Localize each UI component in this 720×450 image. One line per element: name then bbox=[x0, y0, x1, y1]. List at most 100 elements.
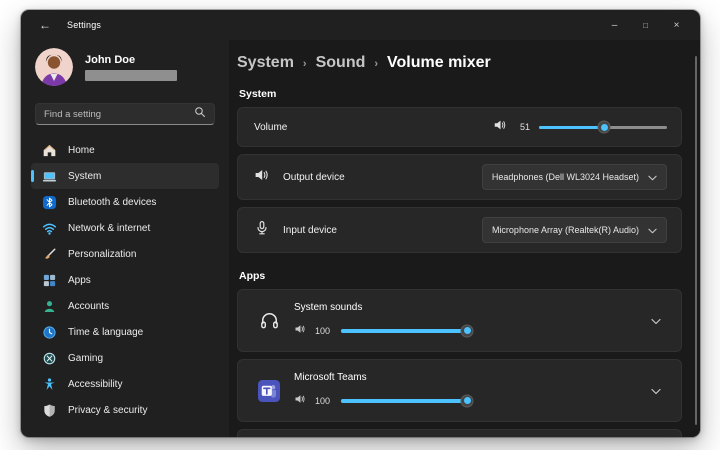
bluetooth-icon bbox=[42, 195, 57, 210]
headphones-icon bbox=[252, 310, 286, 331]
home-icon bbox=[42, 143, 57, 158]
microphone-icon bbox=[254, 220, 270, 241]
apps-icon bbox=[42, 273, 57, 288]
speaker-icon bbox=[294, 392, 306, 410]
window-title: Settings bbox=[67, 20, 101, 30]
sidebar-item-label: Privacy & security bbox=[68, 405, 147, 416]
sidebar-item-label: Apps bbox=[68, 275, 91, 286]
sidebar-item-home[interactable]: Home bbox=[31, 137, 219, 163]
app-row-partial bbox=[237, 429, 682, 437]
app-row-system-sounds: System sounds 100 bbox=[237, 289, 682, 352]
sidebar-item-label: Accessibility bbox=[68, 379, 122, 390]
accounts-icon bbox=[42, 299, 57, 314]
output-device-card: Output device Headphones (Dell WL3024 He… bbox=[237, 154, 682, 200]
output-device-value: Headphones (Dell WL3024 Headset) bbox=[492, 172, 639, 182]
maximize-icon: □ bbox=[643, 21, 648, 30]
vertical-scrollbar[interactable] bbox=[695, 56, 697, 425]
network-icon bbox=[42, 221, 57, 236]
back-button[interactable]: ← bbox=[39, 19, 51, 31]
section-label-apps: Apps bbox=[239, 270, 682, 282]
sidebar-item-label: System bbox=[68, 171, 101, 182]
profile-name: John Doe bbox=[85, 54, 177, 66]
input-device-value: Microphone Array (Realtek(R) Audio) bbox=[492, 225, 639, 235]
sidebar-item-label: Home bbox=[68, 145, 95, 156]
volume-value: 51 bbox=[516, 122, 530, 132]
expand-button[interactable] bbox=[645, 312, 667, 330]
sidebar-item-privacy-security[interactable]: Privacy & security bbox=[31, 397, 219, 423]
privacy-security-icon bbox=[42, 403, 57, 418]
window-controls: – □ × bbox=[599, 10, 692, 40]
sidebar-item-accessibility[interactable]: Accessibility bbox=[31, 371, 219, 397]
slider-fill bbox=[539, 126, 604, 130]
profile-email-redacted bbox=[85, 70, 177, 81]
avatar bbox=[35, 48, 73, 86]
speaker-icon bbox=[254, 167, 270, 188]
minimize-icon: – bbox=[612, 20, 618, 31]
input-device-label: Input device bbox=[283, 225, 482, 236]
chevron-down-icon bbox=[651, 382, 661, 400]
app-name: System sounds bbox=[294, 302, 645, 313]
output-device-dropdown[interactable]: Headphones (Dell WL3024 Headset) bbox=[482, 164, 667, 190]
search-box bbox=[35, 103, 215, 125]
slider-thumb[interactable] bbox=[461, 394, 474, 407]
app-name: Microsoft Teams bbox=[294, 372, 645, 383]
volume-label: Volume bbox=[254, 122, 493, 133]
sidebar-item-label: Network & internet bbox=[68, 223, 150, 234]
app-row-microsoft-teams: Microsoft Teams 100 bbox=[237, 359, 682, 422]
accessibility-icon bbox=[42, 377, 57, 392]
input-device-dropdown[interactable]: Microphone Array (Realtek(R) Audio) bbox=[482, 217, 667, 243]
system-icon bbox=[42, 169, 57, 184]
breadcrumb-separator: › bbox=[374, 56, 378, 70]
titlebar: ← Settings – □ × bbox=[21, 10, 700, 40]
personalization-icon bbox=[42, 247, 57, 262]
sidebar-item-bluetooth-devices[interactable]: Bluetooth & devices bbox=[31, 189, 219, 215]
profile-row[interactable]: John Doe bbox=[21, 40, 229, 88]
slider-thumb[interactable] bbox=[461, 324, 474, 337]
search-icon bbox=[194, 105, 206, 123]
speaker-icon bbox=[493, 118, 507, 137]
sidebar-item-accounts[interactable]: Accounts bbox=[31, 293, 219, 319]
section-label-system: System bbox=[239, 88, 682, 100]
sidebar-item-network-internet[interactable]: Network & internet bbox=[31, 215, 219, 241]
settings-window: ← Settings – □ × John Doe bbox=[21, 10, 700, 437]
sidebar-item-gaming[interactable]: Gaming bbox=[31, 345, 219, 371]
volume-card: Volume 51 bbox=[237, 107, 682, 147]
app-volume-slider[interactable] bbox=[341, 324, 467, 338]
main-content: System › Sound › Volume mixer System Vol… bbox=[229, 40, 700, 437]
sidebar: John Doe Home System bbox=[21, 40, 229, 437]
input-device-card: Input device Microphone Array (Realtek(R… bbox=[237, 207, 682, 253]
chevron-down-icon bbox=[648, 168, 657, 186]
search-input[interactable] bbox=[44, 109, 194, 120]
breadcrumb-system[interactable]: System bbox=[237, 54, 294, 72]
breadcrumb: System › Sound › Volume mixer bbox=[237, 54, 682, 72]
back-arrow-icon: ← bbox=[39, 18, 51, 32]
time-language-icon bbox=[42, 325, 57, 340]
output-device-label: Output device bbox=[283, 172, 482, 183]
maximize-button[interactable]: □ bbox=[630, 10, 661, 40]
breadcrumb-sound[interactable]: Sound bbox=[316, 54, 366, 72]
slider-fill bbox=[341, 399, 467, 403]
sidebar-item-time-language[interactable]: Time & language bbox=[31, 319, 219, 345]
gaming-icon bbox=[42, 351, 57, 366]
sidebar-item-apps[interactable]: Apps bbox=[31, 267, 219, 293]
speaker-icon bbox=[294, 322, 306, 340]
slider-thumb[interactable] bbox=[598, 121, 611, 134]
page-title: Volume mixer bbox=[387, 54, 491, 72]
sidebar-item-label: Accounts bbox=[68, 301, 109, 312]
sidebar-item-label: Time & language bbox=[68, 327, 143, 338]
sidebar-nav: Home System Bluetooth & devices Network … bbox=[21, 137, 229, 423]
app-volume-value: 100 bbox=[315, 396, 332, 406]
breadcrumb-separator: › bbox=[303, 56, 307, 70]
app-volume-slider[interactable] bbox=[341, 394, 467, 408]
expand-button[interactable] bbox=[645, 382, 667, 400]
app-volume-value: 100 bbox=[315, 326, 332, 336]
sidebar-item-personalization[interactable]: Personalization bbox=[31, 241, 219, 267]
sidebar-item-system[interactable]: System bbox=[31, 163, 219, 189]
sidebar-item-label: Gaming bbox=[68, 353, 103, 364]
sidebar-item-label: Bluetooth & devices bbox=[68, 197, 156, 208]
close-icon: × bbox=[674, 20, 680, 31]
volume-slider[interactable] bbox=[539, 120, 667, 134]
sidebar-item-label: Personalization bbox=[68, 249, 136, 260]
minimize-button[interactable]: – bbox=[599, 10, 630, 40]
close-button[interactable]: × bbox=[661, 10, 692, 40]
